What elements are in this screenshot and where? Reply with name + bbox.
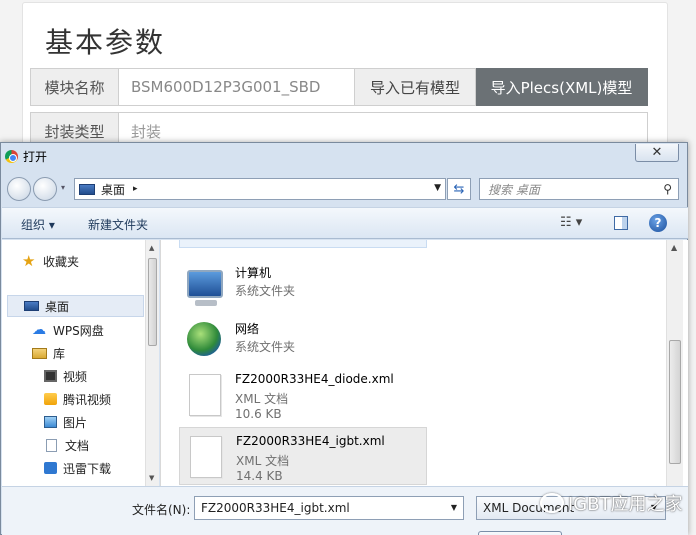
filename-dropdown-icon[interactable]: ▼ bbox=[451, 503, 457, 512]
search-input[interactable]: 搜索 桌面 ⚲ bbox=[479, 178, 679, 200]
picture-icon bbox=[44, 416, 57, 428]
filename-input[interactable]: FZ2000R33HE4_igbt.xml ▼ bbox=[194, 496, 464, 520]
nav-scrollbar[interactable]: ▲ ▼ bbox=[145, 240, 159, 486]
video-icon bbox=[44, 370, 57, 382]
module-row: 模块名称 BSM600D12P3G001_SBD 导入已有模型 导入Plecs(… bbox=[30, 68, 648, 106]
file-name: 计算机 bbox=[235, 266, 272, 280]
search-icon[interactable]: ⚲ bbox=[663, 182, 672, 196]
star-icon: ★ bbox=[22, 252, 36, 270]
change-view-icon[interactable]: ☷ ▾ bbox=[560, 215, 582, 230]
nav-label: 腾讯视频 bbox=[63, 392, 112, 407]
forward-button[interactable] bbox=[33, 177, 57, 201]
refresh-button[interactable]: ⇆ bbox=[447, 178, 471, 200]
file-type: XML 文档 bbox=[236, 454, 290, 468]
computer-icon bbox=[187, 270, 223, 306]
nav-scroll-thumb[interactable] bbox=[148, 258, 157, 346]
new-folder-button[interactable]: 新建文件夹 bbox=[88, 216, 148, 233]
nav-item-desktop[interactable]: 桌面 bbox=[7, 295, 144, 317]
file-list-scrollbar[interactable]: ▲ bbox=[666, 240, 683, 486]
watermark: IGBT应用之家 bbox=[540, 490, 683, 516]
refresh-icon: ⇆ bbox=[453, 181, 465, 197]
open-file-dialog: 打开 ✕ ▾ 桌面 ▸ ▼ ⇆ 搜索 桌面 ⚲ 组织 ▾ 新建文件夹 ☷ ▾ ?… bbox=[0, 142, 688, 535]
preview-pane-icon[interactable] bbox=[614, 216, 628, 230]
file-type: XML 文档 bbox=[235, 392, 289, 406]
nav-item-favorites[interactable]: ★ 收藏夹 bbox=[22, 250, 164, 272]
nav-label: 桌面 bbox=[45, 299, 70, 314]
import-existing-button[interactable]: 导入已有模型 bbox=[355, 68, 476, 106]
nav-label: 图片 bbox=[63, 415, 88, 430]
nav-label: 库 bbox=[53, 346, 66, 361]
help-icon[interactable]: ? bbox=[649, 214, 667, 232]
library-icon bbox=[32, 347, 47, 359]
document-icon bbox=[46, 438, 57, 452]
file-size: 10.6 KB bbox=[235, 407, 282, 421]
organize-menu[interactable]: 组织 ▾ bbox=[21, 216, 55, 233]
wechat-icon bbox=[540, 493, 564, 513]
file-item-igbt-xml[interactable]: FZ2000R33HE4_igbt.xml XML 文档 14.4 KB bbox=[179, 427, 427, 485]
file-size: 14.4 KB bbox=[236, 469, 283, 483]
file-item-computer[interactable]: 计算机 系统文件夹 bbox=[179, 258, 427, 316]
file-type: 系统文件夹 bbox=[235, 340, 296, 354]
file-list-scroll-thumb[interactable] bbox=[669, 340, 681, 464]
xml-file-icon bbox=[189, 374, 221, 416]
import-plecs-button[interactable]: 导入Plecs(XML)模型 bbox=[476, 68, 648, 106]
file-name: 网络 bbox=[235, 322, 260, 336]
module-label: 模块名称 bbox=[30, 68, 119, 106]
watermark-text: IGBT应用之家 bbox=[568, 494, 683, 515]
address-dropdown-icon[interactable]: ▼ bbox=[434, 183, 441, 193]
dialog-title: 打开 bbox=[23, 150, 48, 164]
navigation-pane: ★ 收藏夹 桌面 ☁ WPS网盘 库 视频 腾讯视频 图片 文档 迅雷下载 ▲ … bbox=[2, 240, 159, 486]
nav-label: WPS网盘 bbox=[53, 323, 104, 338]
page-title: 基本参数 bbox=[45, 26, 166, 59]
filename-value[interactable]: FZ2000R33HE4_igbt.xml bbox=[201, 501, 350, 515]
breadcrumb-arrow-icon[interactable]: ▸ bbox=[133, 184, 138, 194]
module-input[interactable]: BSM600D12P3G001_SBD bbox=[119, 68, 355, 106]
desktop-icon bbox=[24, 301, 39, 311]
chrome-icon bbox=[5, 150, 18, 163]
file-type: 系统文件夹 bbox=[235, 284, 296, 298]
back-button[interactable] bbox=[7, 177, 31, 201]
scroll-up-icon[interactable]: ▲ bbox=[671, 243, 677, 252]
file-name: FZ2000R33HE4_diode.xml bbox=[235, 372, 394, 386]
close-button[interactable]: ✕ bbox=[635, 144, 679, 162]
xunlei-icon bbox=[44, 462, 57, 474]
address-text[interactable]: 桌面 bbox=[101, 181, 125, 198]
nav-label: 文档 bbox=[65, 438, 90, 453]
dialog-toolbar: 组织 ▾ 新建文件夹 ☷ ▾ ? bbox=[2, 207, 688, 239]
file-list: 计算机 系统文件夹 网络 系统文件夹 FZ2000R33HE4_diode.xm… bbox=[160, 240, 688, 486]
search-placeholder: 搜索 桌面 bbox=[488, 182, 540, 197]
open-button[interactable] bbox=[478, 531, 562, 535]
partial-item[interactable] bbox=[179, 240, 427, 248]
file-name: FZ2000R33HE4_igbt.xml bbox=[236, 434, 385, 448]
xml-file-icon bbox=[190, 436, 222, 478]
nav-label: 视频 bbox=[63, 369, 88, 384]
tencent-video-icon bbox=[44, 393, 57, 405]
filename-label: 文件名(N): bbox=[132, 503, 191, 517]
network-icon bbox=[187, 322, 221, 356]
nav-label: 迅雷下载 bbox=[63, 461, 112, 476]
dialog-titlebar: 打开 ✕ bbox=[1, 143, 687, 169]
cloud-icon: ☁ bbox=[32, 322, 46, 338]
address-bar[interactable]: 桌面 ▸ ▼ bbox=[74, 178, 446, 200]
file-item-network[interactable]: 网络 系统文件夹 bbox=[179, 314, 427, 372]
recent-locations-dropdown-icon[interactable]: ▾ bbox=[61, 183, 65, 192]
desktop-icon bbox=[79, 183, 95, 195]
scroll-down-icon[interactable]: ▼ bbox=[149, 474, 154, 482]
nav-label: 收藏夹 bbox=[43, 254, 80, 269]
file-item-diode-xml[interactable]: FZ2000R33HE4_diode.xml XML 文档 10.6 KB bbox=[179, 366, 427, 424]
scroll-up-icon[interactable]: ▲ bbox=[149, 244, 154, 252]
